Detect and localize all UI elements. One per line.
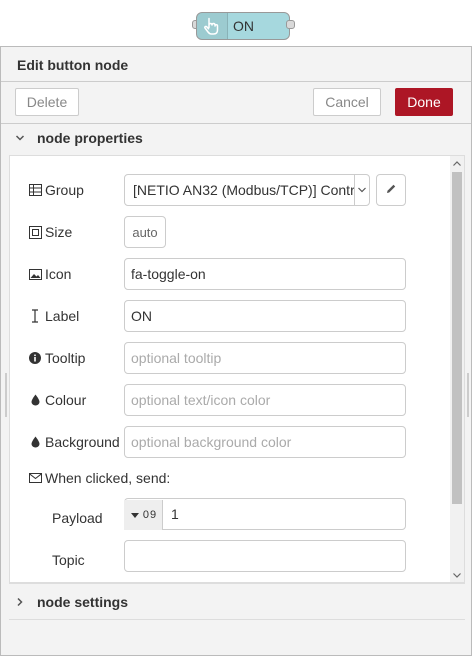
size-label: Size: [28, 222, 72, 242]
chevron-down-icon: [15, 130, 29, 146]
topic-input[interactable]: [124, 540, 406, 572]
payload-label: Payload: [52, 510, 103, 526]
table-icon: [28, 183, 42, 197]
node-output-port[interactable]: [286, 20, 295, 29]
divider: [1, 123, 471, 124]
colour-input[interactable]: optional text/icon color: [124, 384, 406, 416]
icon-input[interactable]: fa-toggle-on: [124, 258, 406, 290]
icon-label: Icon: [28, 264, 71, 284]
droplet-icon: [28, 435, 42, 449]
scrollbar-thumb[interactable]: [452, 172, 462, 504]
scroll-down-icon[interactable]: [450, 568, 464, 582]
label-label: Label: [28, 306, 79, 326]
text-cursor-icon: [28, 309, 42, 323]
button-node[interactable]: ON: [196, 12, 290, 40]
divider: [9, 619, 465, 620]
left-resize-handle[interactable]: [5, 373, 7, 417]
workspace-node-area: ON: [0, 0, 474, 48]
colour-label: Colour: [28, 390, 86, 410]
right-resize-handle[interactable]: [467, 373, 469, 417]
envelope-icon: [28, 471, 42, 485]
edit-group-button[interactable]: [376, 174, 406, 206]
payload-type-select[interactable]: 0 9: [124, 500, 163, 530]
delete-button[interactable]: Delete: [15, 88, 79, 116]
topic-label: Topic: [52, 552, 85, 568]
divider: [9, 583, 465, 584]
edit-tray: Edit button node Delete Cancel Done node…: [0, 46, 472, 656]
group-label: Group: [28, 180, 84, 200]
properties-panel: Group [NETIO AN32 (Modbus/TCP)] Control …: [9, 155, 465, 583]
group-value: [NETIO AN32 (Modbus/TCP)] Control: [133, 182, 354, 198]
background-label: Background: [28, 432, 120, 452]
droplet-icon: [28, 393, 42, 407]
number-type-icon: 0 9: [142, 509, 156, 521]
tooltip-input[interactable]: optional tooltip: [124, 342, 406, 374]
info-circle-icon: [28, 351, 42, 365]
scroll-up-icon[interactable]: [450, 156, 464, 170]
section-node-properties[interactable]: node properties: [15, 127, 455, 149]
section-label: node properties: [37, 130, 143, 146]
caret-down-icon: [130, 509, 139, 521]
tooltip-label: Tooltip: [28, 348, 85, 368]
cancel-button[interactable]: Cancel: [313, 88, 381, 116]
node-label: ON: [233, 18, 254, 34]
done-button[interactable]: Done: [395, 88, 453, 116]
resize-icon: [28, 225, 42, 239]
when-clicked-label: When clicked, send:: [28, 468, 170, 488]
pencil-icon: [385, 182, 397, 198]
size-button[interactable]: auto: [124, 216, 166, 248]
payload-input[interactable]: 1: [124, 498, 406, 530]
chevron-down-icon: [354, 175, 369, 205]
group-select[interactable]: [NETIO AN32 (Modbus/TCP)] Control: [124, 174, 370, 206]
pointer-hand-icon: [197, 13, 228, 39]
label-input[interactable]: ON: [124, 300, 406, 332]
section-node-settings[interactable]: node settings: [15, 591, 455, 613]
image-icon: [28, 267, 42, 281]
tray-title: Edit button node: [17, 57, 129, 73]
background-input[interactable]: optional background color: [124, 426, 406, 458]
divider: [1, 81, 471, 82]
chevron-right-icon: [15, 594, 29, 610]
section-label: node settings: [37, 594, 129, 610]
